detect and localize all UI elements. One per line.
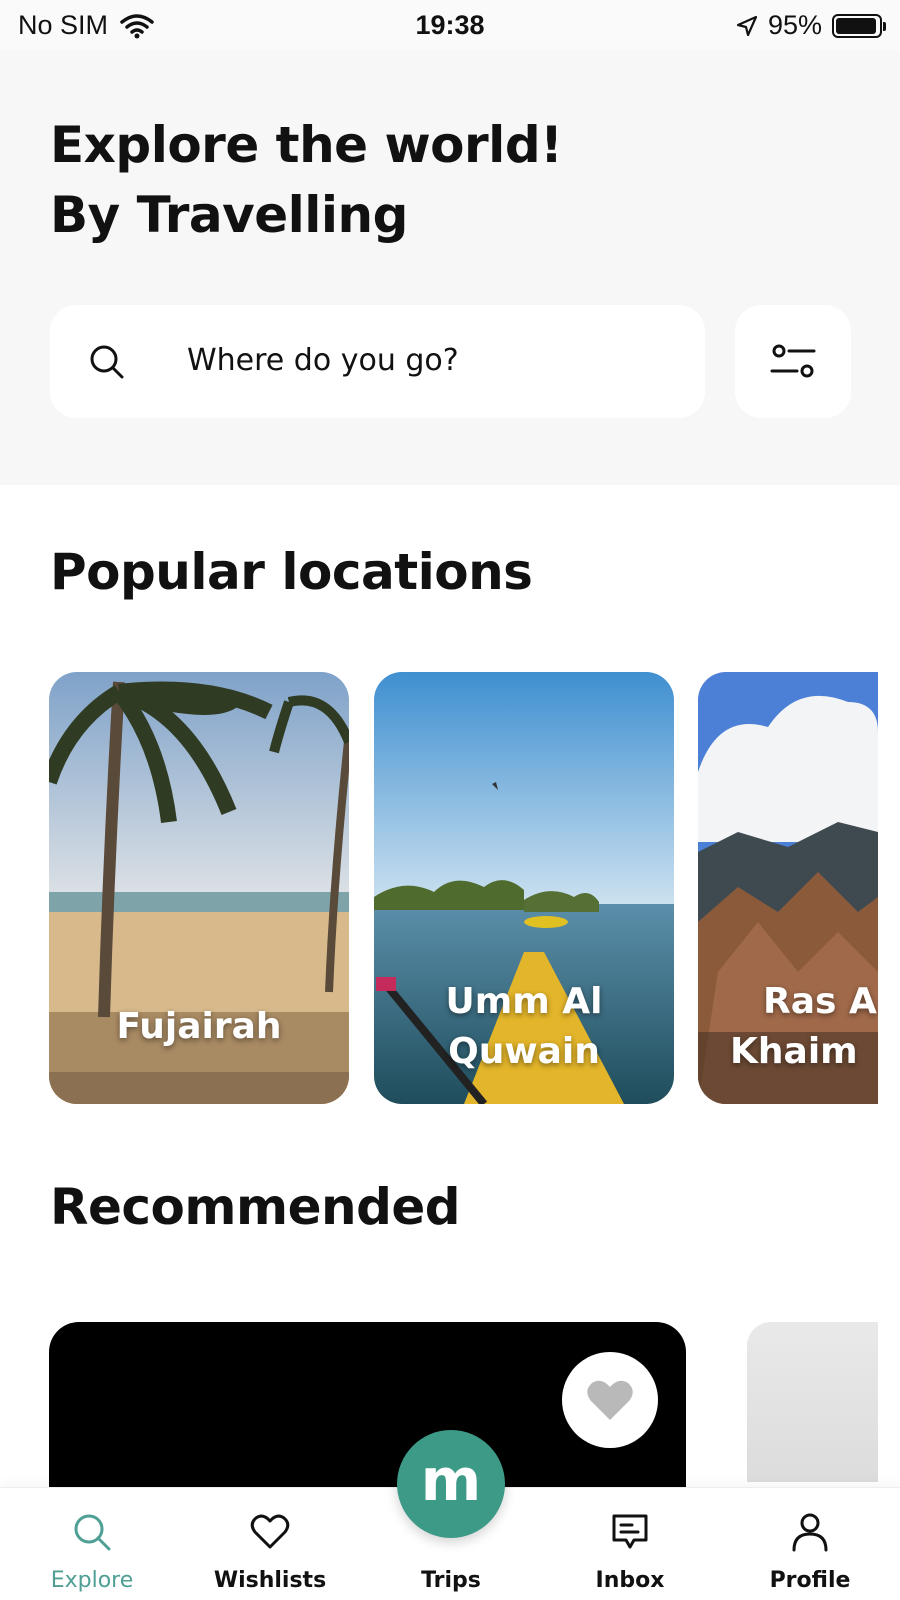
location-card-umm-al-quwain[interactable]: Umm Al Quwain bbox=[374, 672, 674, 1104]
recommended-card-next[interactable] bbox=[747, 1322, 878, 1482]
user-icon bbox=[792, 1513, 828, 1552]
battery-fill bbox=[836, 17, 876, 34]
location-card-ras-al-khaimah[interactable]: Ras A Khaim bbox=[698, 672, 878, 1104]
status-right: 95% bbox=[736, 10, 886, 41]
location-arrow-icon bbox=[736, 15, 758, 36]
title-line-2: By Travelling bbox=[50, 186, 408, 244]
nav-label-explore: Explore bbox=[50, 1568, 134, 1593]
page-title: Explore the world! By Travelling bbox=[50, 110, 563, 250]
location-name-multiline: Umm Al Quwain bbox=[374, 977, 674, 1077]
battery-icon bbox=[832, 13, 886, 38]
nav-item-explore[interactable]: Explore bbox=[22, 1488, 162, 1600]
status-bar: No SIM 19:38 95% bbox=[0, 0, 900, 50]
location-name-multiline: Ras A Khaim bbox=[730, 977, 877, 1077]
search-input[interactable]: Where do you go? bbox=[50, 305, 705, 418]
nav-label-inbox: Inbox bbox=[595, 1568, 665, 1593]
heart-icon bbox=[250, 1514, 290, 1549]
trips-fab-button[interactable]: m bbox=[397, 1430, 505, 1538]
nav-item-profile[interactable]: Profile bbox=[740, 1488, 880, 1600]
location-name: Fujairah bbox=[116, 1006, 282, 1047]
nav-item-inbox[interactable]: Inbox bbox=[560, 1488, 700, 1600]
filter-button[interactable] bbox=[735, 305, 851, 418]
search-icon bbox=[74, 1514, 111, 1551]
search-icon bbox=[90, 345, 124, 379]
recommended-title: Recommended bbox=[50, 1178, 461, 1236]
location-name-line-1: Ras A bbox=[763, 981, 877, 1022]
nav-label-trips: Trips bbox=[421, 1568, 481, 1593]
filter-sliders-icon bbox=[770, 344, 816, 378]
title-line-1: Explore the world! bbox=[50, 116, 563, 174]
message-icon bbox=[612, 1514, 648, 1549]
nav-item-wishlists[interactable]: Wishlists bbox=[200, 1488, 340, 1600]
location-name-line-2: Khaim bbox=[730, 1031, 858, 1072]
location-name-line-1: Umm Al bbox=[445, 981, 603, 1022]
favorite-button[interactable] bbox=[562, 1352, 658, 1448]
popular-locations-title: Popular locations bbox=[50, 543, 533, 601]
location-name-line-2: Quwain bbox=[448, 1031, 600, 1072]
nav-label-wishlists: Wishlists bbox=[213, 1568, 327, 1593]
m-logo-icon: m bbox=[420, 1446, 482, 1514]
search-placeholder: Where do you go? bbox=[187, 343, 459, 378]
nav-label-profile: Profile bbox=[769, 1568, 851, 1593]
heart-icon bbox=[587, 1380, 633, 1420]
hero-section: Explore the world! By Travelling Where d… bbox=[0, 50, 900, 485]
location-card-fujairah[interactable]: Fujairah bbox=[49, 672, 349, 1104]
battery-percent: 95% bbox=[767, 10, 822, 40]
